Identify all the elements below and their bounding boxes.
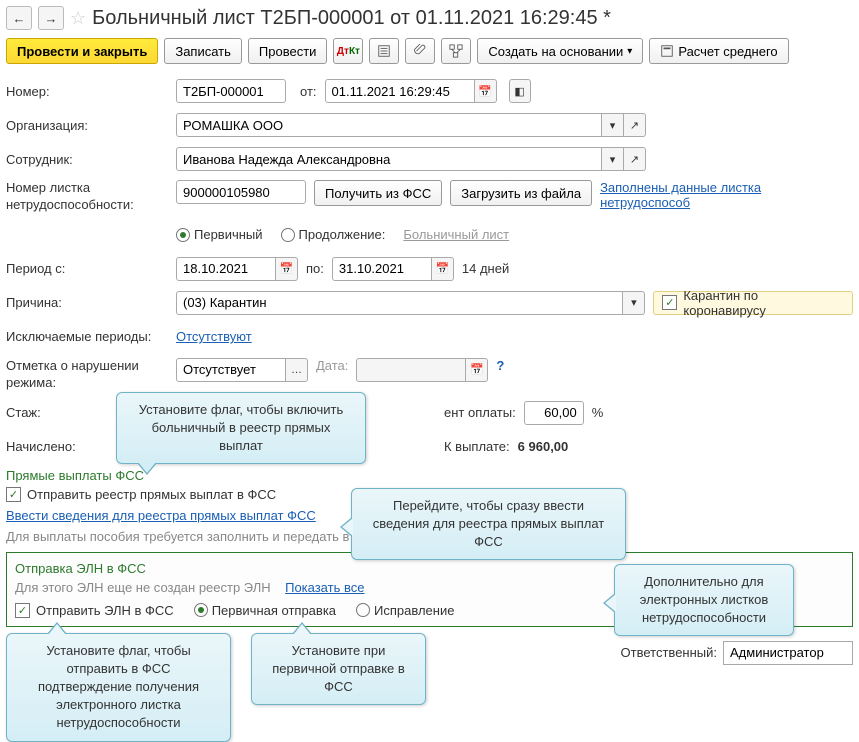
primary-radio[interactable]: Первичный (176, 227, 263, 242)
calendar-icon[interactable]: 📅 (466, 358, 488, 382)
violation-label: Отметка о нарушении режима: (6, 358, 168, 392)
pay-percent-input[interactable] (524, 401, 584, 425)
number-input[interactable] (176, 79, 286, 103)
dropdown-icon[interactable]: ▾ (623, 291, 645, 315)
eln-primary-radio[interactable]: Первичная отправка (194, 603, 336, 618)
page-title: Больничный лист Т2БП-000001 от 01.11.202… (92, 7, 611, 30)
calendar-icon[interactable]: 📅 (276, 257, 298, 281)
open-icon[interactable]: ↗ (624, 147, 646, 171)
number-label: Номер: (6, 84, 168, 99)
structure-icon-button[interactable] (441, 38, 471, 64)
calc-average-button[interactable]: Расчет среднего (649, 38, 788, 64)
from-label: от: (300, 84, 317, 99)
enter-info-link[interactable]: Ввести сведения для реестра прямых выпла… (6, 508, 316, 523)
to-pay-value: 6 960,00 (518, 439, 569, 454)
period-from-label: Период с: (6, 261, 168, 276)
sheet-no-input[interactable] (176, 180, 306, 204)
save-button[interactable]: Записать (164, 38, 242, 64)
period-to-label: по: (306, 261, 324, 276)
dropdown-icon[interactable]: ▾ (602, 147, 624, 171)
post-and-close-button[interactable]: Провести и закрыть (6, 38, 158, 64)
days-text: 14 дней (462, 261, 509, 276)
nav-back-button[interactable]: ← (6, 6, 32, 30)
eln-not-created: Для этого ЭЛН еще не создан реестр ЭЛН (15, 580, 271, 595)
load-from-file-button[interactable]: Загрузить из файла (450, 180, 592, 206)
responsible-label: Ответственный: (621, 645, 717, 660)
period-to-input[interactable] (332, 257, 432, 281)
tooltip-send-flag: Установите флаг, чтобы отправить в ФСС п… (6, 633, 231, 742)
continuation-radio[interactable]: Продолжение: (281, 227, 386, 242)
extra-icon[interactable]: ◧ (509, 79, 531, 103)
dropdown-icon[interactable]: ▾ (602, 113, 624, 137)
violation-date-input (356, 358, 466, 382)
employee-input[interactable] (176, 147, 602, 171)
excluded-periods-link[interactable]: Отсутствуют (176, 329, 252, 344)
open-icon[interactable]: ↗ (624, 113, 646, 137)
eln-fix-radio[interactable]: Исправление (356, 603, 454, 618)
tooltip-link: Перейдите, чтобы сразу ввести сведения д… (351, 488, 626, 561)
tooltip-primary: Установите при первичной отправке в ФСС (251, 633, 426, 706)
date-label: Дата: (316, 358, 348, 373)
help-icon[interactable]: ? (496, 358, 504, 373)
excluded-periods-label: Исключаемые периоды: (6, 329, 168, 344)
period-from-input[interactable] (176, 257, 276, 281)
tooltip-flag: Установите флаг, чтобы включить больничн… (116, 392, 366, 465)
get-from-fss-button[interactable]: Получить из ФСС (314, 180, 442, 206)
sheet-no-label: Номер листка нетрудоспособности: (6, 180, 168, 214)
calendar-icon[interactable]: 📅 (432, 257, 454, 281)
to-pay-label: К выплате: (444, 439, 510, 454)
coronavirus-checkbox[interactable]: ✓ Карантин по коронавирусу (653, 291, 853, 315)
org-label: Организация: (6, 118, 168, 133)
percent-sign: % (592, 405, 604, 420)
pay-percent-label: ент оплаты: (444, 405, 516, 420)
calendar-icon[interactable]: 📅 (475, 79, 497, 103)
date-input[interactable] (325, 79, 475, 103)
nav-forward-button[interactable]: → (38, 6, 64, 30)
responsible-input[interactable] (723, 641, 853, 665)
employee-label: Сотрудник: (6, 152, 168, 167)
reason-input[interactable] (176, 291, 623, 315)
more-icon[interactable]: … (286, 358, 308, 382)
favorite-icon[interactable]: ☆ (70, 8, 86, 29)
post-button[interactable]: Провести (248, 38, 328, 64)
org-input[interactable] (176, 113, 602, 137)
filled-link[interactable]: Заполнены данные листка нетрудоспособ (600, 180, 853, 210)
dtkt-icon-button[interactable]: ДтКт (333, 38, 363, 64)
send-registry-checkbox[interactable]: ✓ Отправить реестр прямых выплат в ФСС (6, 487, 276, 502)
continuation-link: Больничный лист (403, 227, 509, 242)
report-icon-button[interactable] (369, 38, 399, 64)
show-all-link[interactable]: Показать все (285, 580, 364, 595)
attach-icon-button[interactable] (405, 38, 435, 64)
tooltip-additional: Дополнительно для электронных листков не… (614, 564, 794, 637)
reason-label: Причина: (6, 295, 168, 310)
send-eln-checkbox[interactable]: ✓ Отправить ЭЛН в ФСС (15, 603, 174, 618)
direct-pay-title: Прямые выплаты ФСС (6, 468, 853, 483)
violation-input[interactable] (176, 358, 286, 382)
create-based-button[interactable]: Создать на основании▾ (477, 38, 643, 64)
